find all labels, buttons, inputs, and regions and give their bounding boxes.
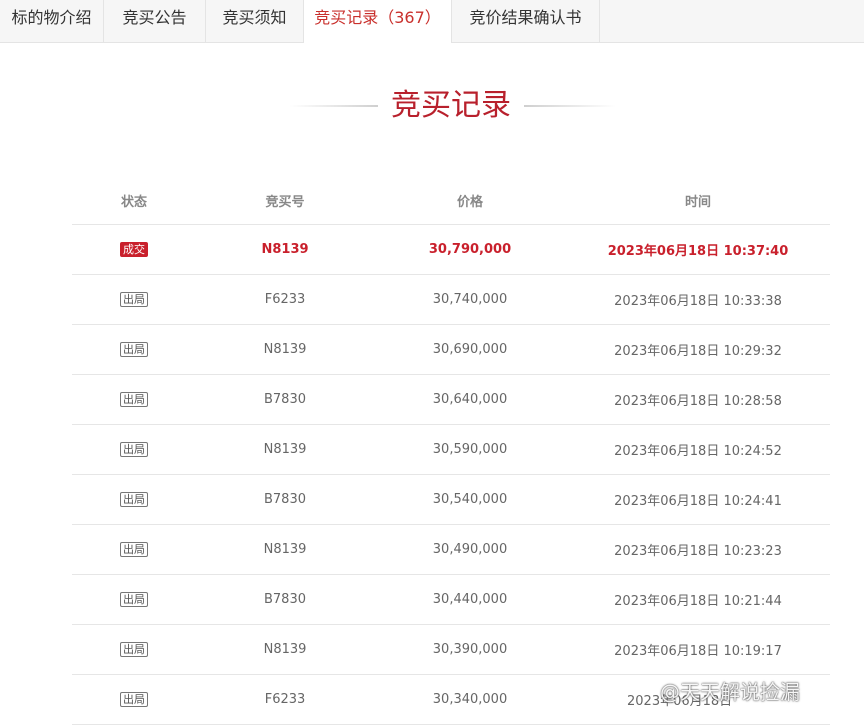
- table-row: 出局 B7830 30,640,000 2023年06月18日 10:28:58: [72, 375, 830, 425]
- header-price: 价格: [456, 194, 483, 210]
- bid-time: 2023年06月18日 10:24:52: [614, 444, 782, 459]
- status-badge-out: 出局: [120, 442, 148, 457]
- table-row: 出局 N8139 30,390,000 2023年06月18日 10:19:17: [72, 625, 830, 675]
- bid-time: 2023年06月18日 10:37:40: [607, 244, 789, 259]
- tab-label: 竞买须知: [222, 8, 287, 27]
- bid-price: 30,340,000: [432, 692, 508, 707]
- table-row: 出局 N8139 30,490,000 2023年06月18日 10:23:23: [72, 525, 830, 575]
- tab-label: 竞买记录: [314, 8, 379, 27]
- tab-announcement[interactable]: 竞买公告: [104, 0, 206, 42]
- bid-number: F6233: [264, 692, 306, 707]
- tab-label: 标的物介绍: [11, 8, 92, 27]
- header-time: 时间: [684, 194, 711, 210]
- bid-number: N8139: [263, 342, 307, 357]
- table-row: 出局 N8139 30,690,000 2023年06月18日 10:29:32: [72, 325, 830, 375]
- tab-label: 竞价结果确认书: [469, 8, 582, 27]
- status-badge-out: 出局: [120, 692, 148, 707]
- bid-price: 30,640,000: [432, 392, 508, 407]
- bid-time: 2023年06月18日 10:24:41: [614, 494, 782, 509]
- status-badge-out: 出局: [120, 592, 148, 607]
- status-badge-out: 出局: [120, 542, 148, 557]
- title-divider-right: [524, 105, 616, 107]
- tab-bar: 标的物介绍 竞买公告 竞买须知 竞买记录（367） 竞价结果确认书: [0, 0, 864, 43]
- table-row: 出局 F6233 30,740,000 2023年06月18日 10:33:38: [72, 275, 830, 325]
- bid-price: 30,390,000: [432, 642, 508, 657]
- table-row: 出局 B7830 30,540,000 2023年06月18日 10:24:41: [72, 475, 830, 525]
- bid-time: 2023年06月18日 10:23:23: [614, 544, 782, 559]
- bid-price: 30,440,000: [432, 592, 508, 607]
- bid-price: 30,690,000: [432, 342, 508, 357]
- table-row: 出局 B7830 30,440,000 2023年06月18日 10:21:44: [72, 575, 830, 625]
- bid-number: N8139: [263, 642, 307, 657]
- status-badge-deal: 成交: [120, 242, 148, 257]
- bid-number: F6233: [264, 292, 306, 307]
- bid-records-table: 状态 竞买号 价格 时间 成交 N8139 30,790,000 2023年06…: [72, 176, 830, 725]
- status-badge-out: 出局: [120, 642, 148, 657]
- bid-time: 2023年06月18日 10:33:38: [614, 294, 782, 309]
- bid-price: 30,790,000: [428, 242, 512, 257]
- bid-number: N8139: [261, 242, 309, 257]
- header-bid-number: 竞买号: [265, 194, 305, 210]
- bid-number: B7830: [263, 392, 306, 407]
- status-badge-out: 出局: [120, 342, 148, 357]
- status-badge-out: 出局: [120, 492, 148, 507]
- bid-time: 2023年06月18日 10:28:58: [614, 394, 782, 409]
- tab-item-intro[interactable]: 标的物介绍: [0, 0, 104, 42]
- tab-bid-records[interactable]: 竞买记录（367）: [304, 0, 452, 43]
- tab-count: （367）: [378, 8, 441, 27]
- tab-notice[interactable]: 竞买须知: [206, 0, 304, 42]
- title-divider-left: [290, 105, 378, 107]
- bid-number: N8139: [263, 542, 307, 557]
- bid-time: 2023年06月18日 10:19:17: [614, 644, 782, 659]
- bid-price: 30,490,000: [432, 542, 508, 557]
- tab-label: 竞买公告: [122, 8, 187, 27]
- bid-price: 30,540,000: [432, 492, 508, 507]
- bid-time: 2023年06月18日 10:21:44: [614, 594, 782, 609]
- header-status: 状态: [120, 194, 147, 210]
- bid-price: 30,590,000: [432, 442, 508, 457]
- section-title: 竞买记录: [391, 88, 511, 123]
- bid-price: 30,740,000: [432, 292, 508, 307]
- table-row: 出局 N8139 30,590,000 2023年06月18日 10:24:52: [72, 425, 830, 475]
- status-badge-out: 出局: [120, 292, 148, 307]
- bid-number: N8139: [263, 442, 307, 457]
- tab-result-confirmation[interactable]: 竞价结果确认书: [452, 0, 600, 42]
- bid-number: B7830: [263, 592, 306, 607]
- section-header: 竞买记录: [0, 84, 864, 128]
- table-header-row: 状态 竞买号 价格 时间: [72, 176, 830, 225]
- status-badge-out: 出局: [120, 392, 148, 407]
- table-row: 成交 N8139 30,790,000 2023年06月18日 10:37:40: [72, 225, 830, 275]
- bid-time: 2023年06月18日 10:29:32: [614, 344, 782, 359]
- watermark: @天天解说捡漏: [660, 680, 800, 704]
- bid-number: B7830: [263, 492, 306, 507]
